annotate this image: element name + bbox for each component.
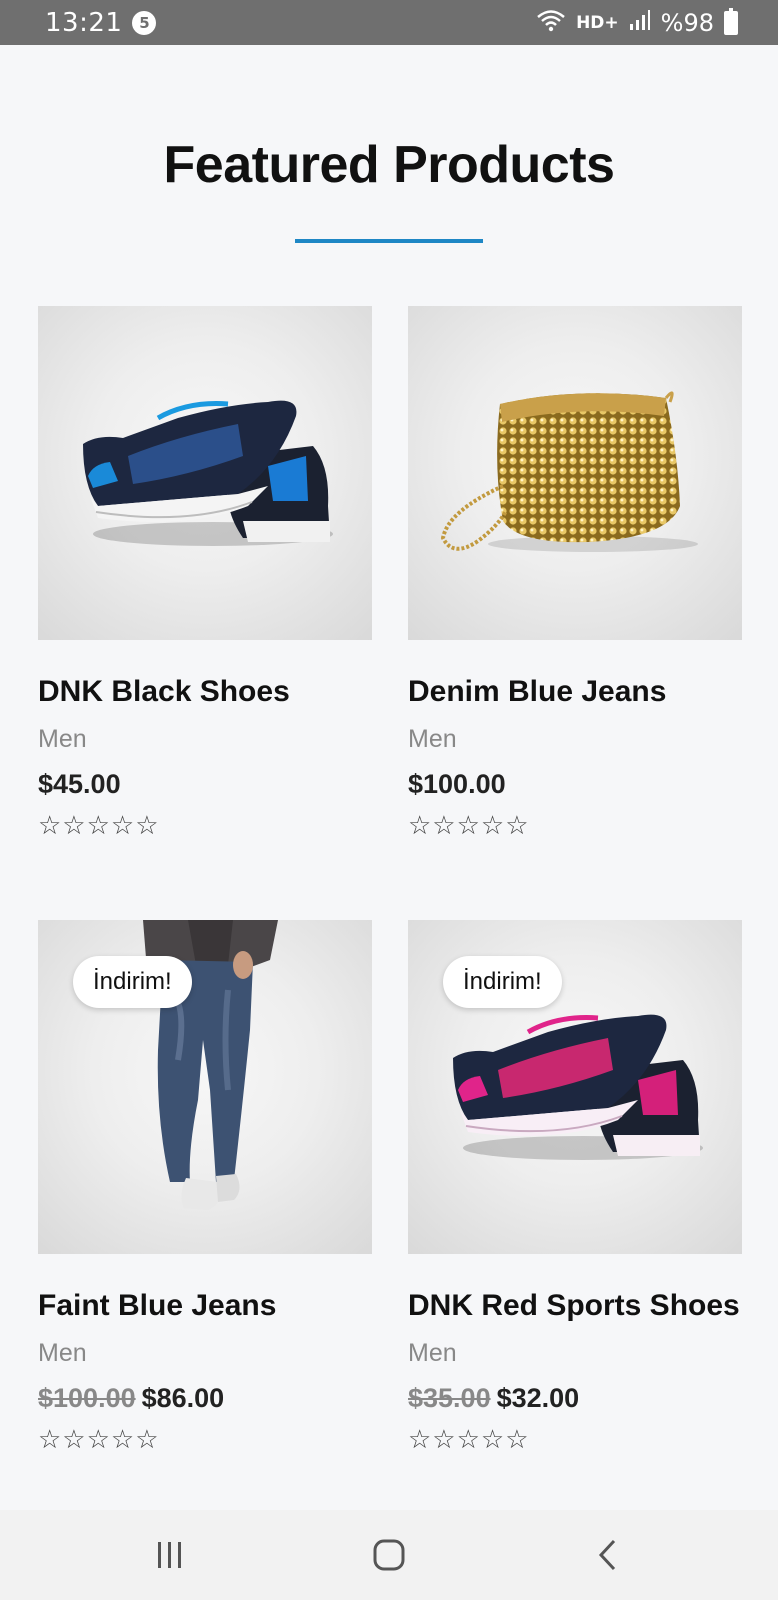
product-category[interactable]: Men [38, 724, 372, 754]
status-time: 13:21 [45, 7, 123, 38]
battery-icon [724, 7, 738, 35]
old-price: $35.00 [408, 1383, 491, 1413]
home-icon [373, 1539, 405, 1571]
product-image[interactable] [38, 306, 372, 640]
status-right: HD+ %98 [536, 7, 738, 38]
product-price: $100.00 $86.00 [38, 1382, 372, 1414]
product-category[interactable]: Men [38, 1338, 372, 1368]
product-card[interactable]: İndirim! DNK Red Sports Shoes Men $35.00… [408, 920, 742, 1454]
rating-stars: ☆☆☆☆☆ [408, 810, 530, 840]
product-name[interactable]: DNK Black Shoes [38, 674, 372, 710]
product-price: $100.00 [408, 768, 742, 800]
rating-stars: ☆☆☆☆☆ [408, 1424, 530, 1454]
current-price: $32.00 [496, 1383, 580, 1413]
product-category[interactable]: Men [408, 1338, 742, 1368]
title-underline [295, 239, 483, 243]
back-button[interactable] [578, 1525, 638, 1585]
home-button[interactable] [359, 1525, 419, 1585]
product-card[interactable]: DNK Black Shoes Men $45.00 ☆☆☆☆☆ [38, 306, 372, 840]
signal-icon [629, 9, 651, 37]
product-name[interactable]: Faint Blue Jeans [38, 1288, 372, 1324]
product-card[interactable]: İndirim! Faint Blue Jeans Men $100.00 $86… [38, 920, 372, 1454]
wifi-icon [536, 8, 566, 38]
product-name[interactable]: DNK Red Sports Shoes [408, 1288, 742, 1324]
sale-badge: İndirim! [443, 956, 562, 1008]
recents-button[interactable] [140, 1525, 200, 1585]
recents-icon [157, 1542, 181, 1568]
status-bar: 13:21 5 HD+ %98 [0, 0, 778, 45]
product-name[interactable]: Denim Blue Jeans [408, 674, 742, 710]
product-category[interactable]: Men [408, 724, 742, 754]
old-price: $100.00 [38, 1383, 136, 1413]
product-price: $35.00 $32.00 [408, 1382, 742, 1414]
gold-sequin-handbag-image [440, 391, 698, 552]
status-left: 13:21 5 [45, 7, 157, 38]
product-card[interactable]: Denim Blue Jeans Men $100.00 ☆☆☆☆☆ [408, 306, 742, 840]
product-image[interactable]: İndirim! [408, 920, 742, 1254]
product-image[interactable]: İndirim! [38, 920, 372, 1254]
page-title: Featured Products [163, 136, 615, 194]
current-price: $100.00 [408, 769, 506, 799]
product-price: $45.00 [38, 768, 372, 800]
navigation-bar [0, 1510, 778, 1600]
battery-percent: %98 [660, 8, 714, 37]
back-icon [599, 1539, 616, 1571]
product-image[interactable] [408, 306, 742, 640]
rating-stars: ☆☆☆☆☆ [38, 1424, 160, 1454]
current-price: $86.00 [141, 1383, 225, 1413]
sale-badge: İndirim! [73, 956, 192, 1008]
notification-count-badge: 5 [132, 10, 157, 35]
rating-stars: ☆☆☆☆☆ [38, 810, 160, 840]
blue-black-sneakers-image [83, 400, 333, 546]
current-price: $45.00 [38, 769, 121, 799]
network-label: HD+ [576, 12, 619, 33]
